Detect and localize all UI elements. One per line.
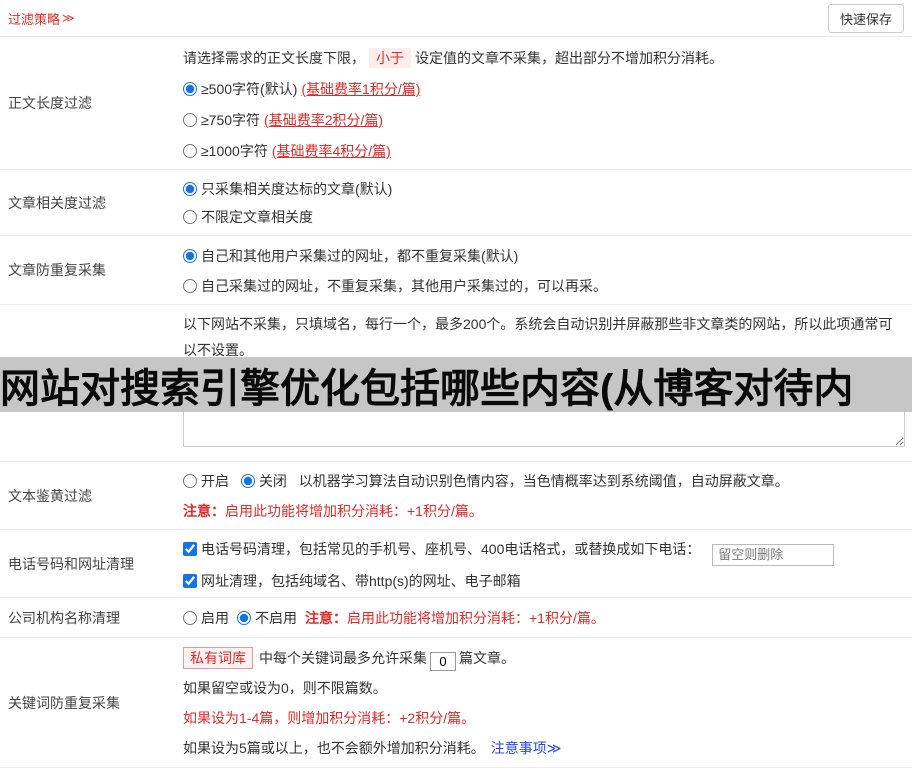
url-clean-checkbox[interactable] [183, 573, 197, 588]
length-option-500-text: ≥500字符(默认) [201, 81, 298, 97]
row-dedup-filter: 文章防重复采集 自己和其他用户采集过的网址，都不重复采集(默认) 自己采集过的网… [0, 236, 912, 305]
phone-url-clean-content: 电话号码清理，包括常见的手机号、座机号、400电话格式，或替换成如下电话： 网址… [183, 530, 912, 597]
private-lexicon-tag: 私有词库 [183, 647, 253, 669]
intro-before: 请选择需求的正文长度下限， [183, 50, 365, 66]
page-title: 过滤策略 ≫ [8, 9, 75, 28]
length-filter-intro: 请选择需求的正文长度下限， 小于 设定值的文章不采集，超出部分不增加积分消耗。 [183, 43, 904, 74]
relevance-filter-content: 只采集相关度达标的文章(默认) 不限定文章相关度 [183, 170, 912, 235]
topbar: 过滤策略 ≫ 快速保存 [0, 0, 912, 37]
length-option-1000[interactable]: ≥1000字符 (基础费率4积分/篇) [183, 136, 904, 167]
keyword-dedup-label: 关键词防重复采集 [8, 694, 120, 711]
ad-overlay-text: 网站对搜索引擎优化包括哪些内容(从博客对待内 [0, 366, 854, 411]
length-option-500[interactable]: ≥500字符(默认) (基础费率1积分/篇) [183, 74, 904, 105]
porn-filter-label: 文本鉴黄过滤 [8, 487, 92, 504]
length-option-500-fee: (基础费率1积分/篇) [301, 81, 421, 97]
porn-filter-content: 开启 关闭 以机器学习算法自动识别色情内容，当色情概率达到系统阈值，自动屏蔽文章… [183, 462, 912, 529]
porn-option-on-text: 开启 [201, 473, 229, 489]
length-radio-1000[interactable] [183, 144, 197, 158]
ad-overlay-banner[interactable]: 网站对搜索引擎优化包括哪些内容(从博客对待内 [0, 357, 912, 412]
keyword-limit-mid: 中每个关键词最多允许采集 [259, 650, 427, 666]
phone-url-clean-label: 电话号码和网址清理 [8, 555, 134, 572]
company-option-off-text: 不启用 [255, 609, 297, 626]
row-porn-filter: 文本鉴黄过滤 开启 关闭 以机器学习算法自动识别色情内容，当色情概率达到系统阈值… [0, 462, 912, 530]
quick-save-button[interactable]: 快速保存 [827, 3, 904, 33]
phone-clean-line: 电话号码清理，包括常见的手机号、座机号、400电话格式，或替换成如下电话： [183, 534, 904, 566]
phone-clean-option[interactable]: 电话号码清理，包括常见的手机号、座机号、400电话格式，或替换成如下电话： [183, 541, 704, 557]
company-clean-label: 公司机构名称清理 [8, 609, 120, 626]
length-option-750-text: ≥750字符 [201, 112, 261, 128]
dedup-radio-self[interactable] [183, 279, 197, 293]
company-option-on-text: 启用 [201, 609, 229, 626]
porn-option-on[interactable]: 开启 [183, 473, 233, 489]
phone-clean-checkbox[interactable] [183, 542, 197, 556]
porn-option-off-text: 关闭 [258, 473, 287, 489]
dedup-option-global[interactable]: 自己和其他用户采集过的网址，都不重复采集(默认) [183, 241, 904, 271]
note-head: 注意： [183, 503, 225, 519]
length-option-1000-text: ≥1000字符 [201, 143, 268, 159]
relevance-option-strict[interactable]: 只采集相关度达标的文章(默认) [183, 175, 904, 203]
relevance-filter-label: 文章相关度过滤 [8, 194, 106, 211]
porn-filter-note: 注意：启用此功能将增加积分消耗：+1积分/篇。 [183, 496, 904, 526]
length-filter-label: 正文长度过滤 [8, 95, 92, 111]
company-radio-off[interactable] [237, 610, 251, 625]
dedup-filter-content: 自己和其他用户采集过的网址，都不重复采集(默认) 自己采集过的网址，不重复采集，… [183, 236, 912, 304]
site-blacklist-description: 以下网站不采集，只填域名，每行一个，最多200个。系统会自动识别并屏蔽那些非文章… [183, 316, 893, 358]
notes-link[interactable]: 注意事项≫ [491, 740, 562, 756]
company-radio-on[interactable] [183, 610, 197, 625]
note-body: 启用此功能将增加积分消耗：+1积分/篇。 [225, 503, 483, 519]
company-option-on[interactable]: 启用 [183, 608, 229, 628]
url-clean-option[interactable]: 网址清理，包括纯域名、带http(s)的网址、电子邮箱 [183, 573, 521, 589]
porn-filter-description: 以机器学习算法自动识别色情内容，当色情概率达到系统阈值，自动屏蔽文章。 [298, 473, 789, 489]
dedup-option-self-text: 自己采集过的网址，不重复采集，其他用户采集过的，可以再采。 [201, 278, 607, 294]
row-company-clean: 公司机构名称清理 启用 不启用 注意： 启用此功能将增加积分消耗：+1积分/篇。 [0, 598, 912, 638]
row-length-filter: 正文长度过滤 请选择需求的正文长度下限， 小于 设定值的文章不采集，超出部分不增加积… [0, 37, 912, 170]
relevance-radio-any[interactable] [183, 210, 197, 224]
company-option-off[interactable]: 不启用 [237, 608, 297, 628]
keyword-rule-5plus-text: 如果设为5篇或以上，也不会额外增加积分消耗。 [183, 740, 485, 756]
porn-filter-options: 开启 关闭 以机器学习算法自动识别色情内容，当色情概率达到系统阈值，自动屏蔽文章… [183, 466, 904, 496]
length-option-750[interactable]: ≥750字符 (基础费率2积分/篇) [183, 105, 904, 136]
relevance-option-any-text: 不限定文章相关度 [201, 209, 313, 225]
keyword-limit-end: 篇文章。 [459, 650, 515, 666]
replacement-phone-input[interactable] [712, 543, 835, 566]
length-option-1000-fee: (基础费率4积分/篇) [271, 143, 391, 159]
keyword-dedup-content: 私有词库中每个关键词最多允许采集 篇文章。 如果留空或设为0，则不限篇数。 如果设… [183, 638, 912, 767]
relevance-option-strict-text: 只采集相关度达标的文章(默认) [201, 181, 393, 197]
length-radio-750[interactable] [183, 113, 197, 127]
length-filter-content: 请选择需求的正文长度下限， 小于 设定值的文章不采集，超出部分不增加积分消耗。 ≥5… [183, 37, 912, 169]
chevron-double-down-icon: ≫ [62, 11, 75, 25]
dedup-option-global-text: 自己和其他用户采集过的网址，都不重复采集(默认) [201, 248, 519, 264]
length-option-750-fee: (基础费率2积分/篇) [264, 112, 384, 128]
company-note-body: 启用此功能将增加积分消耗：+1积分/篇。 [347, 609, 605, 626]
page-title-text: 过滤策略 [8, 11, 61, 27]
phone-clean-text: 电话号码清理，包括常见的手机号、座机号、400电话格式，或替换成如下电话： [201, 541, 701, 557]
porn-radio-off[interactable] [240, 474, 255, 488]
porn-option-off[interactable]: 关闭 [240, 473, 291, 489]
keyword-limit-line: 私有词库中每个关键词最多允许采集 篇文章。 [183, 643, 904, 673]
company-note-head: 注意： [305, 609, 347, 626]
keyword-rule-empty: 如果留空或设为0，则不限篇数。 [183, 680, 387, 696]
row-phone-url-clean: 电话号码和网址清理 电话号码清理，包括常见的手机号、座机号、400电话格式，或替… [0, 530, 912, 598]
dedup-option-self[interactable]: 自己采集过的网址，不重复采集，其他用户采集过的，可以再采。 [183, 271, 904, 301]
length-radio-500[interactable] [183, 82, 197, 96]
porn-radio-on[interactable] [183, 474, 197, 488]
url-clean-line: 网址清理，包括纯域名、带http(s)的网址、电子邮箱 [183, 566, 904, 596]
keyword-limit-input[interactable] [430, 652, 456, 671]
dedup-radio-global[interactable] [183, 249, 197, 263]
dedup-filter-label: 文章防重复采集 [8, 262, 106, 278]
relevance-option-any[interactable]: 不限定文章相关度 [183, 203, 904, 231]
filter-strategy-page: 过滤策略 ≫ 快速保存 正文长度过滤 请选择需求的正文长度下限， 小于 设定值的文章… [0, 0, 912, 768]
intro-after: 设定值的文章不采集，超出部分不增加积分消耗。 [415, 50, 723, 66]
url-clean-text: 网址清理，包括纯域名、带http(s)的网址、电子邮箱 [201, 572, 521, 589]
keyword-rule-1-4: 如果设为1-4篇，则增加积分消耗：+2积分/篇。 [183, 710, 476, 726]
relevance-radio-strict[interactable] [183, 182, 197, 196]
row-keyword-dedup: 关键词防重复采集 私有词库中每个关键词最多允许采集 篇文章。 如果留空或设为0，则… [0, 638, 912, 768]
keyword-rule-5plus-line: 如果设为5篇或以上，也不会额外增加积分消耗。 注意事项≫ [183, 733, 904, 763]
company-clean-content: 启用 不启用 注意： 启用此功能将增加积分消耗：+1积分/篇。 [183, 598, 912, 637]
row-relevance-filter: 文章相关度过滤 只采集相关度达标的文章(默认) 不限定文章相关度 [0, 170, 912, 236]
less-than-tag: 小于 [369, 48, 411, 68]
